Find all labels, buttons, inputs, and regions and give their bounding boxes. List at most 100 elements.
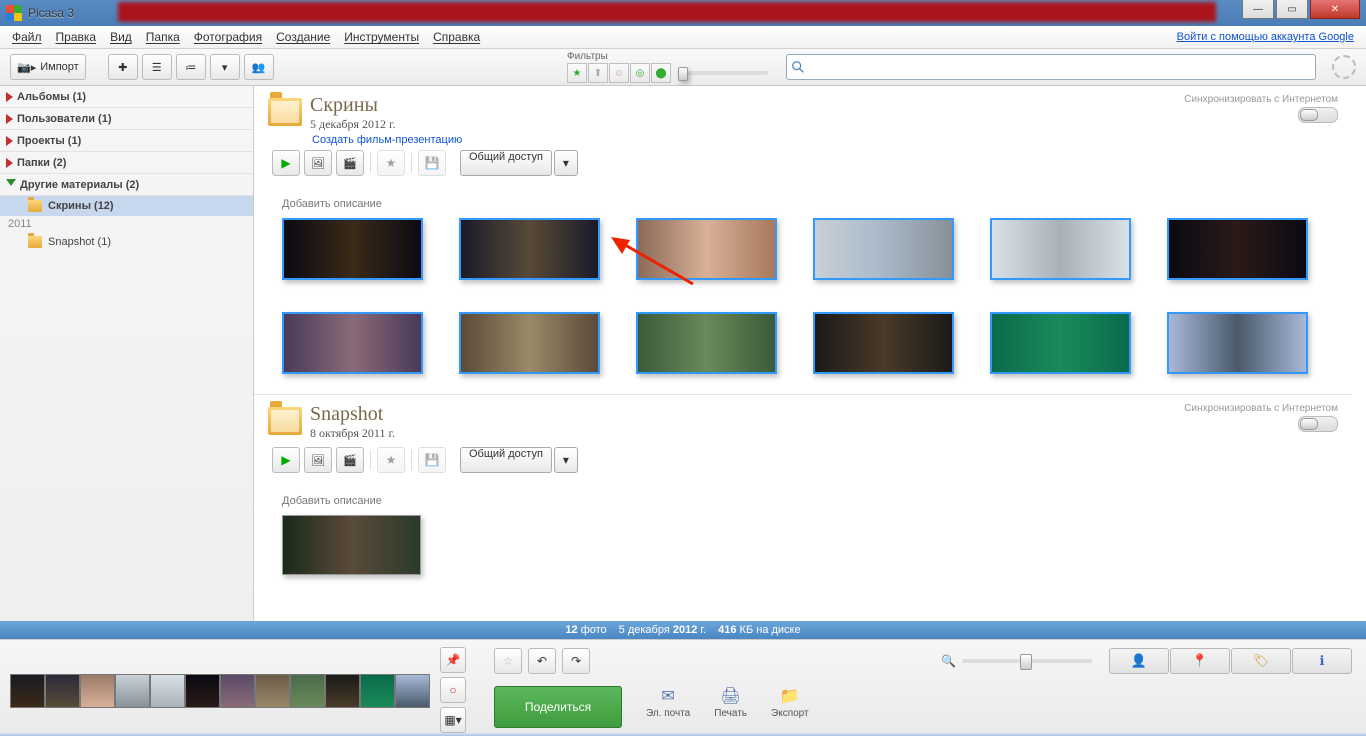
tray-thumb[interactable] (185, 674, 220, 708)
tray-menu-button[interactable]: ▦▾ (440, 707, 466, 733)
search-input[interactable] (809, 59, 1311, 75)
filter-geo-button[interactable]: ⬤ (651, 63, 671, 83)
thumbnail[interactable] (636, 218, 777, 280)
clear-tray-button[interactable]: ○ (440, 677, 466, 703)
menu-help[interactable]: Справка (429, 28, 484, 46)
collage-button[interactable]: 🖼 (304, 150, 332, 176)
sidebar-folder-snapshot[interactable]: Snapshot (1) (0, 232, 253, 252)
email-action[interactable]: ✉ Эл. почта (646, 686, 690, 719)
tray-thumb[interactable] (10, 674, 45, 708)
close-button[interactable]: ✕ (1310, 0, 1360, 19)
filter-face-button[interactable]: ☺ (609, 63, 629, 83)
filter-star-button[interactable]: ★ (567, 63, 587, 83)
maximize-button[interactable]: ▭ (1276, 0, 1308, 19)
menu-file[interactable]: Файл (8, 28, 46, 46)
people-icon: 👥 (252, 61, 266, 74)
sidebar-item-folders[interactable]: Папки (2) (0, 152, 253, 174)
thumbnail[interactable] (813, 218, 954, 280)
sidebar-item-projects[interactable]: Проекты (1) (0, 130, 253, 152)
add-description[interactable]: Добавить описание (282, 495, 1338, 507)
thumbnail[interactable] (282, 312, 423, 374)
thumbnail[interactable] (813, 312, 954, 374)
thumbnail[interactable] (459, 312, 600, 374)
play-slideshow-button[interactable]: ▶ (272, 150, 300, 176)
star-button[interactable]: ★ (377, 150, 405, 176)
tray-thumb[interactable] (395, 674, 430, 708)
google-login-link[interactable]: Войти с помощью аккаунта Google (1177, 31, 1354, 43)
play-slideshow-button[interactable]: ▶ (272, 447, 300, 473)
tray-thumb[interactable] (80, 674, 115, 708)
tray-thumb[interactable] (45, 674, 80, 708)
tray-thumb[interactable] (325, 674, 360, 708)
menu-edit[interactable]: Правка (52, 28, 101, 46)
thumbnail[interactable] (1167, 218, 1308, 280)
print-action[interactable]: 🖨 Печать (714, 686, 747, 719)
filter-slider[interactable] (678, 71, 768, 75)
add-folder-button[interactable]: ✚ (108, 54, 138, 80)
thumbnail[interactable] (282, 218, 423, 280)
thumbnail[interactable] (282, 515, 421, 575)
sync-label: Синхронизировать с Интернетом (1184, 94, 1338, 105)
search-icon (791, 60, 805, 74)
menu-view[interactable]: Вид (106, 28, 136, 46)
list-view-button[interactable]: ☰ (142, 54, 172, 80)
rotate-left-button[interactable]: ↶ (528, 648, 556, 674)
tray-thumb[interactable] (255, 674, 290, 708)
collage-button[interactable]: 🖼 (304, 447, 332, 473)
minimize-button[interactable]: — (1242, 0, 1274, 19)
movie-button[interactable]: 🎬 (336, 447, 364, 473)
sidebar-folder-skriny[interactable]: Скрины (12) (0, 196, 253, 216)
export-action[interactable]: 📁 Экспорт (771, 686, 809, 719)
filter-upload-button[interactable]: ⬆ (588, 63, 608, 83)
list-icon: ☰ (152, 61, 162, 74)
info-tab[interactable]: ℹ (1292, 648, 1352, 674)
filter-movie-button[interactable]: ◎ (630, 63, 650, 83)
share-button[interactable]: Общий доступ (460, 447, 552, 473)
tray-thumb[interactable] (220, 674, 255, 708)
menu-photo[interactable]: Фотография (190, 28, 266, 46)
star-action-button[interactable]: ☆ (494, 648, 522, 674)
create-film-link[interactable]: Создать фильм-презентацию (312, 134, 1338, 146)
folder-big-icon[interactable] (268, 98, 302, 126)
share-dropdown[interactable]: ▾ (554, 447, 578, 473)
thumbnail[interactable] (636, 312, 777, 374)
places-tab[interactable]: 📍 (1170, 648, 1230, 674)
movie-button[interactable]: 🎬 (336, 150, 364, 176)
sync-toggle[interactable] (1298, 107, 1338, 123)
people-tab[interactable]: 👤 (1109, 648, 1169, 674)
tree-view-button[interactable]: ≔ (176, 54, 206, 80)
sidebar-item-users[interactable]: Пользователи (1) (0, 108, 253, 130)
thumbnail[interactable] (459, 218, 600, 280)
save-button[interactable]: 💾 (418, 150, 446, 176)
search-box[interactable] (786, 54, 1316, 80)
add-description[interactable]: Добавить описание (282, 198, 1338, 210)
menu-folder[interactable]: Папка (142, 28, 184, 46)
folder-big-icon[interactable] (268, 407, 302, 435)
thumbnail[interactable] (1167, 312, 1308, 374)
rotate-right-button[interactable]: ↷ (562, 648, 590, 674)
menu-create[interactable]: Создание (272, 28, 334, 46)
tray-thumb[interactable] (115, 674, 150, 708)
sidebar-item-albums[interactable]: Альбомы (1) (0, 86, 253, 108)
thumbnail[interactable] (990, 312, 1131, 374)
thumbnail[interactable] (990, 218, 1131, 280)
sync-toggle[interactable] (1298, 416, 1338, 432)
zoom-slider[interactable] (962, 659, 1092, 663)
sidebar-item-other[interactable]: Другие материалы (2) (0, 174, 253, 196)
star-button[interactable]: ★ (377, 447, 405, 473)
tray-thumb[interactable] (150, 674, 185, 708)
sidebar: Альбомы (1) Пользователи (1) Проекты (1)… (0, 86, 254, 621)
view-dropdown-button[interactable]: ▾ (210, 54, 240, 80)
tags-tab[interactable]: 🏷 (1231, 648, 1291, 674)
share-button[interactable]: Общий доступ (460, 150, 552, 176)
tray-thumb[interactable] (360, 674, 395, 708)
people-button[interactable]: 👥 (244, 54, 274, 80)
tray-thumb[interactable] (290, 674, 325, 708)
menu-tools[interactable]: Инструменты (340, 28, 423, 46)
share-dropdown[interactable]: ▾ (554, 150, 578, 176)
save-button[interactable]: 💾 (418, 447, 446, 473)
pin-button[interactable]: 📌 (440, 647, 466, 673)
movie-icon: 🎬 (343, 454, 357, 467)
import-button[interactable]: 📷▸ Импорт (10, 54, 86, 80)
share-big-button[interactable]: Поделиться (494, 686, 622, 728)
